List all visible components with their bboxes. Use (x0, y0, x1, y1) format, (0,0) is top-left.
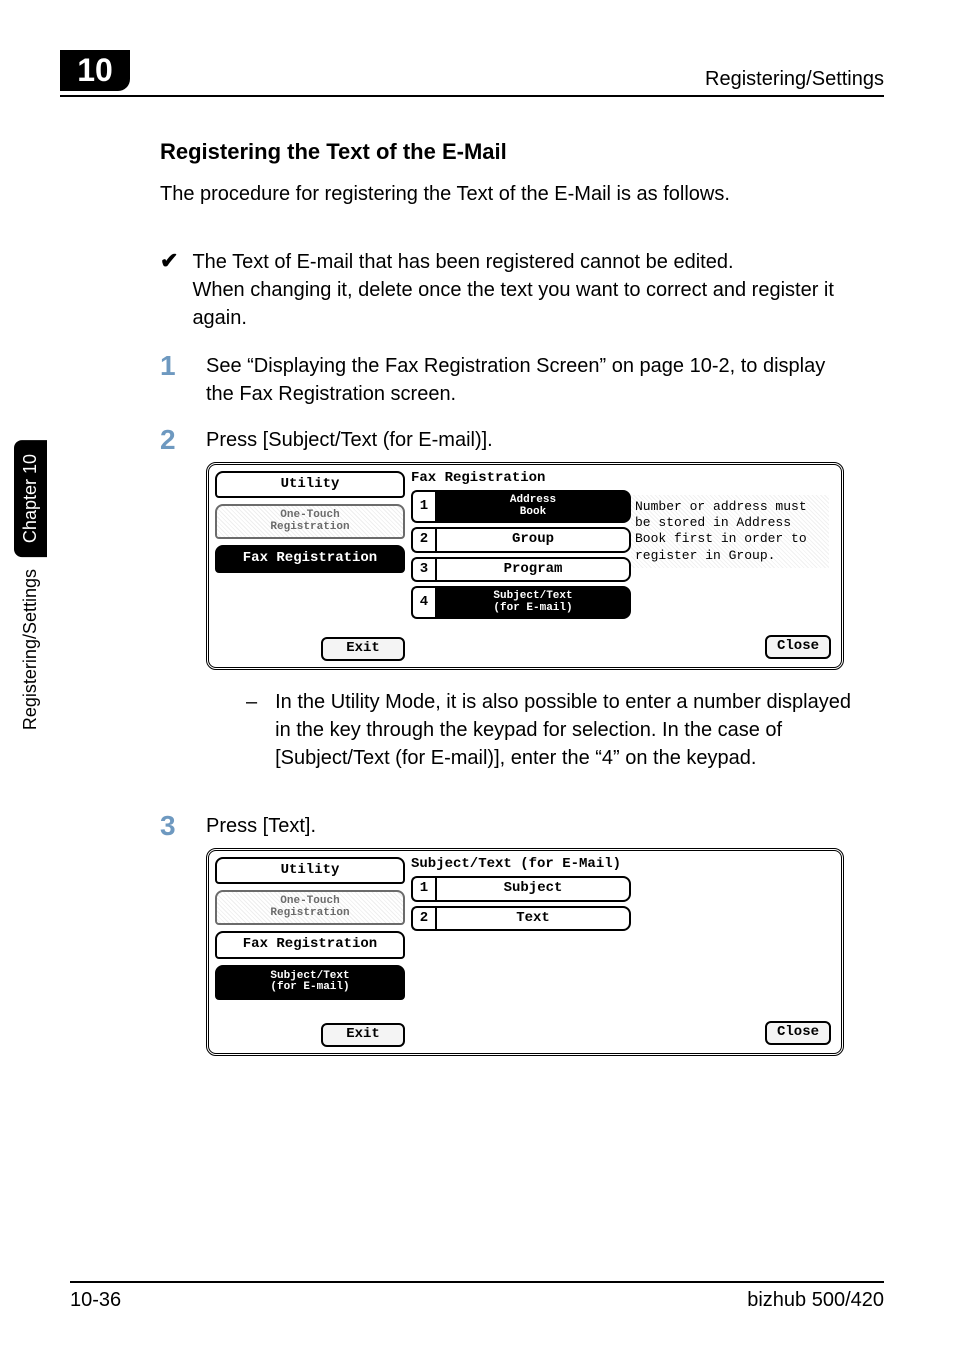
utility-tab[interactable]: Utility (215, 471, 405, 498)
dash-icon: – (246, 688, 257, 772)
step-number: 1 (160, 352, 186, 408)
label: Registration (270, 521, 349, 533)
close-button[interactable]: Close (765, 1021, 831, 1044)
one-touch-registration-tab[interactable]: One-Touch Registration (215, 504, 405, 539)
checkmark-icon: ✔ (160, 248, 178, 332)
side-tab-section: Registering/Settings (20, 569, 41, 730)
one-touch-registration-tab[interactable]: One-Touch Registration (215, 890, 405, 925)
lcd-left-column: Utility One-Touch Registration Fax Regis… (215, 471, 405, 661)
spacer (215, 1006, 405, 1018)
lcd-panel-1: Utility One-Touch Registration Fax Regis… (206, 462, 844, 670)
list-row-subject-text[interactable]: 4 Subject/Text (for E-mail) (411, 586, 631, 619)
running-title: Registering/Settings (705, 68, 884, 91)
page-header: 10 Registering/Settings (60, 50, 884, 97)
panel-list: 1 Address Book 2 Group (411, 490, 631, 619)
model-name: bizhub 500/420 (747, 1289, 884, 1312)
close-button[interactable]: Close (765, 635, 831, 658)
exit-button[interactable]: Exit (321, 637, 405, 660)
label: Subject/Text (493, 590, 572, 602)
step-2: 2 Press [Subject/Text (for E-mail)]. Uti… (160, 426, 854, 794)
label: (for E-mail) (493, 602, 572, 614)
step-2-subnote: – In the Utility Mode, it is also possib… (246, 688, 854, 772)
subject-button[interactable]: Subject (435, 876, 631, 901)
step-body: Press [Text]. Utility One-Touch Registra… (206, 812, 854, 1056)
step-1: 1 See “Displaying the Fax Registration S… (160, 352, 854, 408)
label: One-Touch (280, 895, 339, 907)
list-row-address-book[interactable]: 1 Address Book (411, 490, 631, 523)
page-footer: 10-36 bizhub 500/420 (70, 1281, 884, 1312)
lcd-right-column: Subject/Text (for E-Mail) 1 Subject 2 Te… (411, 857, 835, 1047)
step-3: 3 Press [Text]. Utility One-Touch Regist… (160, 812, 854, 1056)
lcd-panel-2: Utility One-Touch Registration Fax Regis… (206, 848, 844, 1056)
list-row-program[interactable]: 3 Program (411, 557, 631, 582)
label: Address (510, 494, 556, 506)
subject-text-button[interactable]: Subject/Text (for E-mail) (435, 586, 631, 619)
panel-title: Fax Registration (411, 471, 835, 486)
exit-button[interactable]: Exit (321, 1023, 405, 1046)
page: 10 Registering/Settings Chapter 10 Regis… (0, 0, 954, 1352)
panel-list: 1 Subject 2 Text (411, 876, 631, 931)
list-row-group[interactable]: 2 Group (411, 527, 631, 552)
intro-paragraph: The procedure for registering the Text o… (160, 180, 854, 208)
list-row-subject[interactable]: 1 Subject (411, 876, 631, 901)
list-row-text[interactable]: 2 Text (411, 906, 631, 931)
check-note-line1: The Text of E-mail that has been registe… (192, 251, 733, 273)
step-body: Press [Subject/Text (for E-mail)]. Utili… (206, 426, 854, 794)
check-note-line2: When changing it, delete once the text y… (192, 279, 833, 329)
group-button[interactable]: Group (435, 527, 631, 552)
row-index: 2 (411, 527, 435, 552)
side-tab-chapter: Chapter 10 (14, 440, 47, 557)
check-note-text: The Text of E-mail that has been registe… (192, 248, 854, 332)
panel-title: Subject/Text (for E-Mail) (411, 857, 835, 872)
address-book-button[interactable]: Address Book (435, 490, 631, 523)
lcd-right-column: Fax Registration 1 Address Book (411, 471, 835, 661)
label: Subject/Text (270, 970, 349, 982)
step-2-text: Press [Subject/Text (for E-mail)]. (206, 426, 854, 454)
info-text: Number or address must be stored in Addr… (631, 495, 829, 568)
label: One-Touch (280, 509, 339, 521)
label: Book (520, 506, 546, 518)
row-index: 1 (411, 876, 435, 901)
step-2-subnote-text: In the Utility Mode, it is also possible… (275, 688, 854, 772)
row-index: 2 (411, 906, 435, 931)
row-index: 4 (411, 586, 435, 619)
chapter-number-badge: 10 (60, 50, 130, 91)
step-3-text: Press [Text]. (206, 812, 854, 840)
subject-text-tab-selected[interactable]: Subject/Text (for E-mail) (215, 965, 405, 1000)
step-body: See “Displaying the Fax Registration Scr… (206, 352, 854, 408)
row-index: 3 (411, 557, 435, 582)
utility-tab[interactable]: Utility (215, 857, 405, 884)
subject-text-panel: Utility One-Touch Registration Fax Regis… (206, 848, 854, 1056)
lcd-left-column: Utility One-Touch Registration Fax Regis… (215, 857, 405, 1047)
program-button[interactable]: Program (435, 557, 631, 582)
spacer (215, 579, 405, 632)
row-index: 1 (411, 490, 435, 523)
fax-registration-panel: Utility One-Touch Registration Fax Regis… (206, 462, 854, 670)
content-area: Registering the Text of the E-Mail The p… (60, 97, 884, 1056)
text-button[interactable]: Text (435, 906, 631, 931)
step-number: 2 (160, 426, 186, 794)
fax-registration-tab-selected[interactable]: Fax Registration (215, 545, 405, 572)
check-note: ✔ The Text of E-mail that has been regis… (160, 248, 854, 332)
label: (for E-mail) (270, 981, 349, 993)
step-number: 3 (160, 812, 186, 1056)
section-heading: Registering the Text of the E-Mail (160, 137, 854, 168)
page-number: 10-36 (70, 1289, 121, 1312)
side-tab: Chapter 10 Registering/Settings (14, 440, 47, 730)
fax-registration-tab[interactable]: Fax Registration (215, 931, 405, 958)
label: Registration (270, 907, 349, 919)
